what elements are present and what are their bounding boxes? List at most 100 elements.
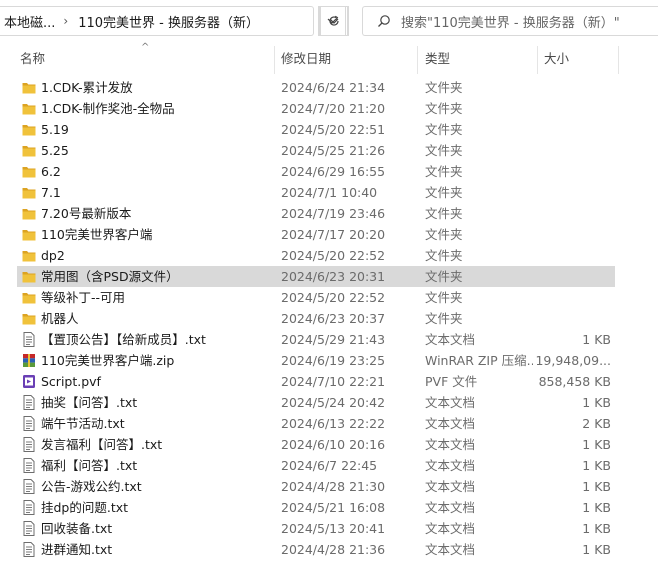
file-name: 5.25 [41,143,69,158]
file-size: 1 KB [582,395,611,410]
modified-date: 2024/5/13 20:41 [281,521,386,536]
file-type: 文本文档 [425,437,476,452]
file-name: 7.1 [41,185,61,200]
header-name[interactable]: 名称 [16,42,274,74]
folder-icon [22,83,36,94]
file-row[interactable]: 进群通知.txt 2024/4/28 21:36 文本文档 1 KB [0,539,658,560]
column-divider[interactable] [618,46,619,74]
breadcrumb-current[interactable]: 110完美世界 - 换服务器（新） [78,12,259,31]
file-name: 挂dp的问题.txt [41,500,129,515]
file-row[interactable]: 公告-游戏公约.txt 2024/4/28 21:30 文本文档 1 KB [0,476,658,497]
modified-date: 2024/6/23 20:31 [281,269,386,284]
file-size: 1 KB [582,542,611,557]
file-row[interactable]: 福利【问答】.txt 2024/6/7 22:45 文本文档 1 KB [0,455,658,476]
modified-date: 2024/7/17 20:20 [281,227,386,242]
modified-date: 2024/5/20 22:52 [281,248,386,263]
file-row[interactable]: 1.CDK-累计发放 2024/6/24 21:34 文件夹 [0,77,658,98]
column-divider[interactable] [274,46,275,74]
file-row[interactable]: 回收装备.txt 2024/5/13 20:41 文本文档 1 KB [0,518,658,539]
breadcrumb-separator-icon[interactable]: › [55,14,78,28]
file-size: 1 KB [582,500,611,515]
file-name: 7.20号最新版本 [41,206,132,221]
file-row[interactable]: 发言福利【问答】.txt 2024/6/10 20:16 文本文档 1 KB [0,434,658,455]
file-size: 1 KB [582,458,611,473]
file-row[interactable]: 110完美世界客户端 2024/7/17 20:20 文件夹 [0,224,658,245]
file-type: 文本文档 [425,542,476,557]
modified-date: 2024/5/29 21:43 [281,332,386,347]
file-row[interactable]: 抽奖【问答】.txt 2024/5/24 20:42 文本文档 1 KB [0,392,658,413]
file-size: 1 KB [582,479,611,494]
file-type: 文件夹 [425,290,463,305]
modified-date: 2024/5/20 22:52 [281,290,386,305]
folder-icon [22,272,36,283]
file-row[interactable]: 【置顶公告】【给新成员】.txt 2024/5/29 21:43 文本文档 1 KB [0,329,658,350]
refresh-button[interactable] [319,6,349,36]
modified-date: 2024/6/7 22:45 [281,458,378,473]
modified-date: 2024/5/25 21:26 [281,143,386,158]
modified-date: 2024/6/24 21:34 [281,80,386,95]
modified-date: 2024/7/20 21:20 [281,101,386,116]
file-name: 5.19 [41,122,69,137]
file-size [521,224,611,245]
file-name: 抽奖【问答】.txt [41,395,138,410]
file-size [521,287,611,308]
header-type[interactable]: 类型 [421,42,537,74]
file-row[interactable]: 6.2 2024/6/29 16:55 文件夹 [0,161,658,182]
file-size: 1 KB [582,437,611,452]
address-bar[interactable]: 本地磁... › 110完美世界 - 换服务器（新） [0,6,314,36]
file-row[interactable]: 110完美世界客户端.zip 2024/6/19 23:25 WinRAR ZIP … [0,350,658,371]
file-size [521,266,611,287]
file-name: 发言福利【问答】.txt [41,437,163,452]
file-name: 110完美世界客户端.zip [41,353,175,368]
modified-date: 2024/7/19 23:46 [281,206,386,221]
text-file-icon [23,521,35,536]
file-type: 文件夹 [425,185,463,200]
file-row[interactable]: 7.1 2024/7/1 10:40 文件夹 [0,182,658,203]
file-size [521,119,611,140]
file-type: 文件夹 [425,101,463,116]
file-row[interactable]: 机器人 2024/6/23 20:37 文件夹 [0,308,658,329]
file-name: 常用图（含PSD源文件） [41,269,179,284]
header-date[interactable]: 修改日期 [277,42,417,74]
modified-date: 2024/6/19 23:25 [281,353,386,368]
folder-icon [22,230,36,241]
file-row[interactable]: 5.19 2024/5/20 22:51 文件夹 [0,119,658,140]
file-name: 等级补丁--可用 [41,290,126,305]
file-name: 【置顶公告】【给新成员】.txt [41,332,206,347]
search-placeholder: 搜索"110完美世界 - 换服务器（新）" [401,15,620,31]
file-row[interactable]: 7.20号最新版本 2024/7/19 23:46 文件夹 [0,203,658,224]
file-row[interactable]: 1.CDK-制作奖池-全物品 2024/7/20 21:20 文件夹 [0,98,658,119]
file-size: 858,458 KB [538,374,611,389]
file-name: 1.CDK-累计发放 [41,80,133,95]
header-size[interactable]: 大小 [540,42,618,74]
text-file-icon [23,458,35,473]
file-row[interactable]: 等级补丁--可用 2024/5/20 22:52 文件夹 [0,287,658,308]
column-divider[interactable] [417,46,418,74]
modified-date: 2024/6/23 20:37 [281,311,386,326]
file-row-selected[interactable]: 常用图（含PSD源文件） 2024/6/23 20:31 文件夹 [0,266,658,287]
file-row[interactable]: 5.25 2024/5/25 21:26 文件夹 [0,140,658,161]
column-divider[interactable] [537,46,538,74]
file-name: 1.CDK-制作奖池-全物品 [41,101,175,116]
search-box[interactable]: 搜索"110完美世界 - 换服务器（新）" [362,6,658,36]
file-row[interactable]: Script.pvf 2024/7/10 22:21 PVF 文件 858,458 K… [0,371,658,392]
file-name: 110完美世界客户端 [41,227,153,242]
breadcrumb-root[interactable]: 本地磁... [0,12,55,31]
file-type: PVF 文件 [425,374,478,389]
file-type: 文件夹 [425,143,463,158]
file-type: 文件夹 [425,227,463,242]
folder-icon [22,314,36,325]
modified-date: 2024/4/28 21:30 [281,479,386,494]
file-size [521,77,611,98]
file-row[interactable]: 端午节活动.txt 2024/6/13 22:22 文本文档 2 KB [0,413,658,434]
file-type: 文件夹 [425,80,463,95]
file-type: 文本文档 [425,479,476,494]
text-file-icon [23,479,35,494]
file-type: 文件夹 [425,122,463,137]
modified-date: 2024/7/10 22:21 [281,374,386,389]
text-file-icon [23,437,35,452]
file-row[interactable]: 挂dp的问题.txt 2024/5/21 16:08 文本文档 1 KB [0,497,658,518]
file-row[interactable]: dp2 2024/5/20 22:52 文件夹 [0,245,658,266]
file-name: 公告-游戏公约.txt [41,479,142,494]
file-size: 1 KB [582,332,611,347]
